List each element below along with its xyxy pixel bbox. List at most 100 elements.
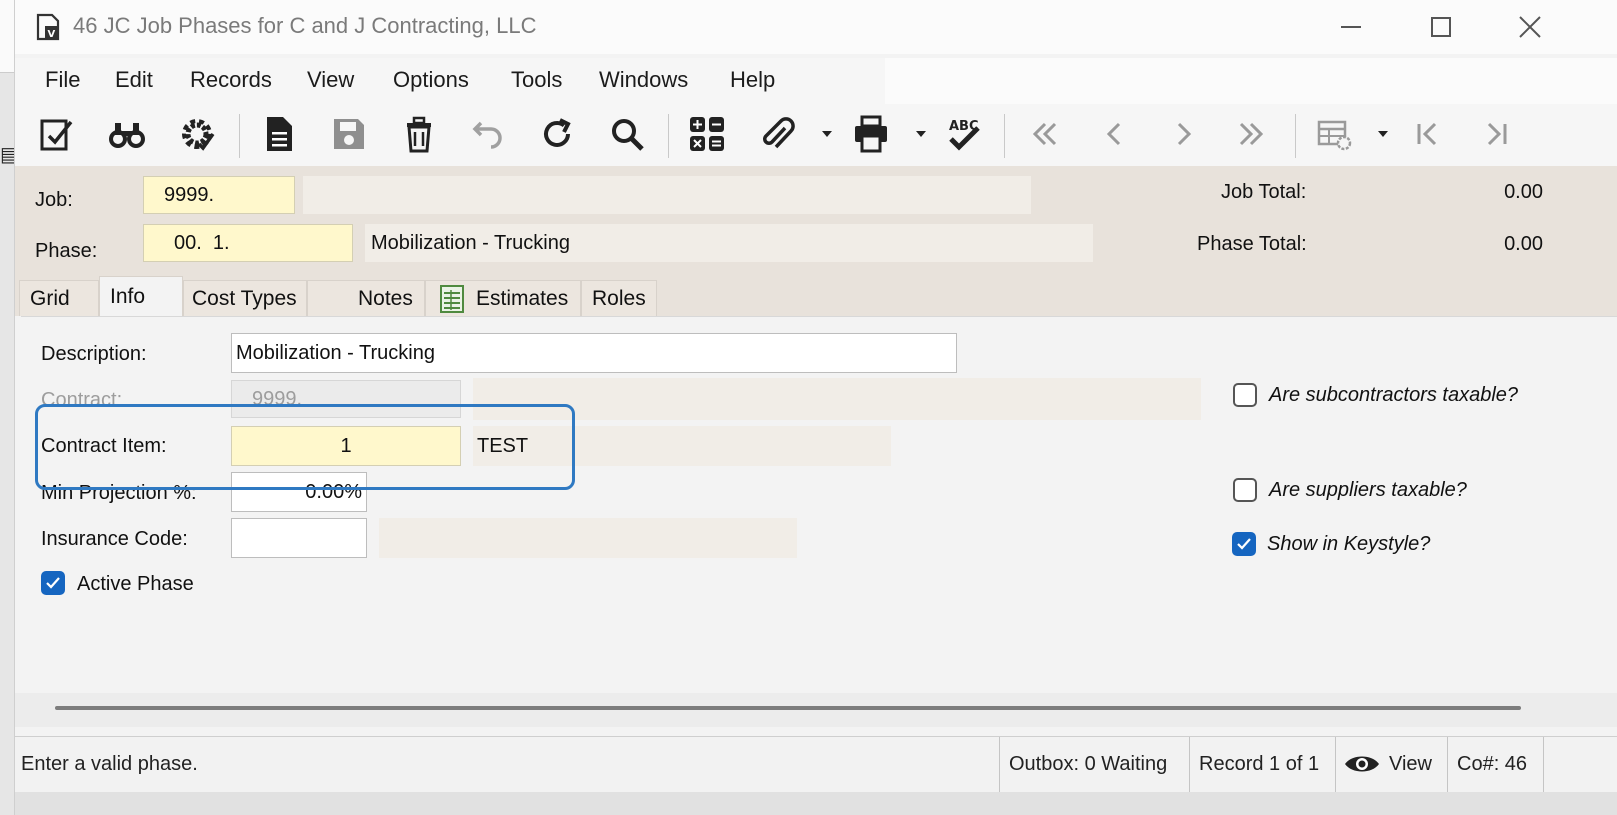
tab-estimates[interactable]: Estimates bbox=[425, 280, 581, 316]
print-dropdown[interactable] bbox=[899, 112, 943, 156]
background-window-strip bbox=[0, 0, 14, 73]
menu-options[interactable]: Options bbox=[393, 67, 469, 93]
job-field[interactable]: 9999. bbox=[143, 176, 295, 214]
phase-description-field: Mobilization - Trucking bbox=[365, 224, 1093, 262]
minimize-button[interactable] bbox=[1321, 8, 1381, 46]
menu-view[interactable]: View bbox=[307, 67, 354, 93]
checkmark-icon bbox=[1237, 538, 1251, 550]
next-record-button[interactable] bbox=[1161, 112, 1205, 156]
phase-total-label: Phase Total: bbox=[1197, 233, 1307, 255]
tab-cost-types[interactable]: Cost Types bbox=[183, 280, 307, 316]
menu-help[interactable]: Help bbox=[730, 67, 775, 93]
toolbar-separator bbox=[239, 114, 240, 158]
calculator-button[interactable] bbox=[685, 112, 729, 156]
settings-icon bbox=[182, 119, 215, 151]
previous-record-button[interactable] bbox=[1093, 112, 1137, 156]
suppliers-taxable-checkbox[interactable] bbox=[1233, 478, 1257, 502]
show-in-keystyle-label: Show in Keystyle? bbox=[1267, 533, 1431, 555]
view-toggle[interactable]: View bbox=[1343, 737, 1432, 791]
grid-settings-icon bbox=[1317, 120, 1352, 151]
insurance-code-field[interactable] bbox=[231, 518, 367, 558]
menu-tools[interactable]: Tools bbox=[511, 67, 562, 93]
menu-records[interactable]: Records bbox=[190, 67, 272, 93]
scrollbar-thumb[interactable] bbox=[55, 706, 1521, 710]
maximize-icon bbox=[1431, 17, 1451, 37]
bottom-strip bbox=[15, 792, 1617, 815]
maximize-button[interactable] bbox=[1411, 8, 1471, 46]
refresh-icon bbox=[544, 118, 571, 147]
go-last-icon bbox=[1487, 122, 1507, 146]
active-phase-label: Active Phase bbox=[77, 573, 194, 595]
title-bar: V 46 JC Job Phases for C and J Contracti… bbox=[15, 0, 1617, 54]
phase-field[interactable]: 00. 1. bbox=[143, 224, 353, 262]
go-first-button[interactable] bbox=[1405, 112, 1449, 156]
print-button[interactable] bbox=[849, 112, 893, 156]
job-total-value: 0.00 bbox=[1504, 181, 1543, 203]
phase-total-value: 0.00 bbox=[1504, 233, 1543, 255]
menu-bar: File Edit Records View Options Tools Win… bbox=[15, 58, 1617, 104]
minimize-icon bbox=[1341, 26, 1361, 28]
status-separator bbox=[1543, 737, 1544, 793]
job-description-field bbox=[303, 176, 1031, 214]
active-phase-checkbox[interactable] bbox=[41, 571, 65, 595]
undo-button[interactable] bbox=[465, 112, 509, 156]
company-number: Co#: 46 bbox=[1457, 752, 1528, 775]
new-record-button[interactable] bbox=[257, 112, 301, 156]
caret-down-icon bbox=[1378, 131, 1388, 137]
status-separator bbox=[999, 737, 1000, 793]
close-button[interactable] bbox=[1500, 8, 1560, 46]
settings-button[interactable] bbox=[175, 112, 219, 156]
menu-windows[interactable]: Windows bbox=[599, 67, 688, 93]
search-button[interactable] bbox=[605, 112, 649, 156]
toolbar-separator bbox=[1004, 114, 1005, 158]
last-record-button[interactable] bbox=[1229, 112, 1273, 156]
subcontractors-taxable-label: Are subcontractors taxable? bbox=[1269, 384, 1519, 406]
toolbar-separator bbox=[1295, 114, 1296, 158]
status-bar: Enter a valid phase. Outbox: 0 Waiting R… bbox=[15, 736, 1617, 793]
tab-estimates-label: Estimates bbox=[476, 286, 569, 310]
phase-label: Phase: bbox=[35, 240, 98, 262]
first-record-icon bbox=[1032, 122, 1057, 146]
spreadsheet-icon bbox=[440, 284, 464, 313]
attachment-dropdown[interactable] bbox=[805, 112, 849, 156]
validate-button[interactable] bbox=[35, 112, 79, 156]
first-record-button[interactable] bbox=[1023, 112, 1067, 156]
job-label: Job: bbox=[35, 189, 73, 211]
description-label: Description: bbox=[41, 343, 147, 365]
close-icon bbox=[1519, 16, 1541, 38]
find-button[interactable] bbox=[105, 112, 149, 156]
tab-roles[interactable]: Roles bbox=[581, 280, 657, 316]
go-last-button[interactable] bbox=[1475, 112, 1519, 156]
grid-settings-dropdown[interactable] bbox=[1361, 112, 1405, 156]
validate-icon bbox=[40, 119, 73, 151]
toolbar-separator bbox=[668, 114, 669, 158]
caret-down-icon bbox=[822, 131, 832, 137]
horizontal-scrollbar[interactable] bbox=[15, 693, 1617, 727]
grid-settings-button[interactable] bbox=[1313, 112, 1357, 156]
delete-button[interactable] bbox=[397, 112, 441, 156]
menu-file[interactable]: File bbox=[45, 67, 80, 93]
spellcheck-icon: ABC bbox=[949, 119, 980, 151]
refresh-button[interactable] bbox=[535, 112, 579, 156]
outbox-status[interactable]: Outbox: 0 Waiting bbox=[1009, 737, 1167, 791]
save-icon bbox=[334, 119, 364, 149]
description-field[interactable]: Mobilization - Trucking bbox=[231, 333, 957, 373]
contract-item-highlight bbox=[35, 404, 575, 490]
show-in-keystyle-checkbox[interactable] bbox=[1232, 532, 1256, 556]
toolbar: ABC bbox=[15, 104, 1617, 166]
delete-icon bbox=[407, 116, 431, 153]
menu-edit[interactable]: Edit bbox=[115, 67, 153, 93]
spellcheck-button[interactable]: ABC bbox=[941, 112, 985, 156]
suppliers-taxable-label: Are suppliers taxable? bbox=[1269, 479, 1467, 501]
view-label: View bbox=[1389, 752, 1432, 775]
tab-notes[interactable]: Notes bbox=[307, 280, 425, 316]
calculator-icon bbox=[690, 117, 724, 151]
tab-grid[interactable]: Grid bbox=[19, 280, 99, 316]
subcontractors-taxable-checkbox[interactable] bbox=[1233, 383, 1257, 407]
caret-down-icon bbox=[916, 131, 926, 137]
tab-info[interactable]: Info bbox=[99, 276, 183, 316]
attachment-button[interactable] bbox=[755, 112, 799, 156]
save-button[interactable] bbox=[327, 112, 371, 156]
insurance-code-label: Insurance Code: bbox=[41, 528, 188, 550]
print-icon bbox=[855, 115, 887, 153]
